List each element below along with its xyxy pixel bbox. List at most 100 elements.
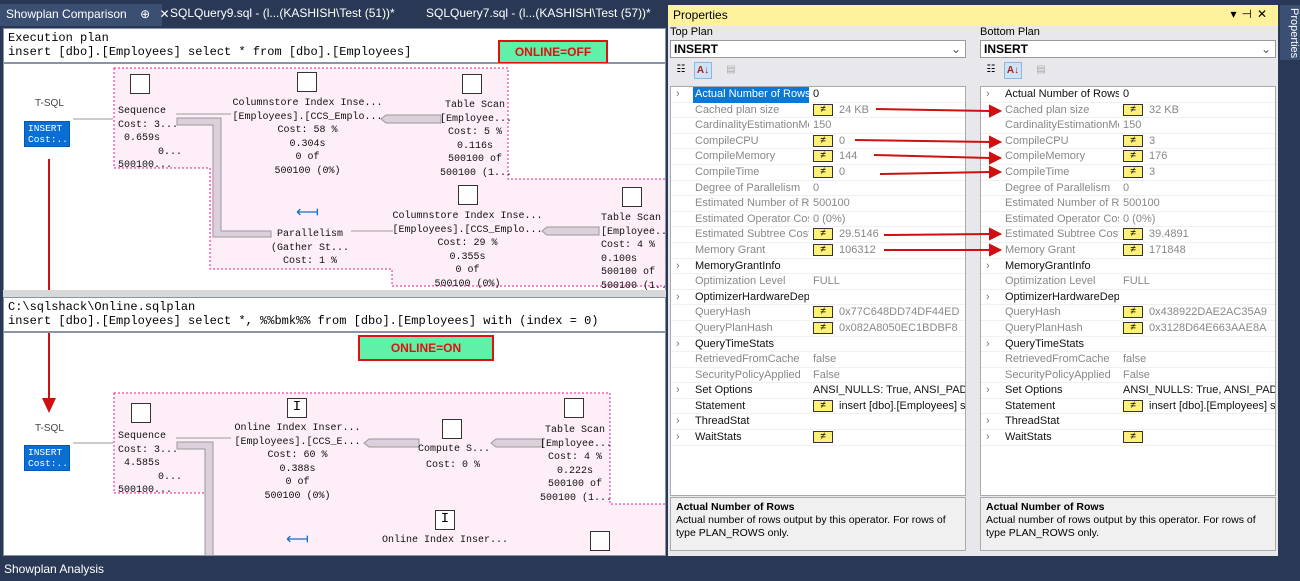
- expand-chevron-icon[interactable]: ›: [986, 383, 998, 399]
- property-row[interactable]: › ThreadStat: [981, 414, 1275, 431]
- online-index-insert-icon[interactable]: I: [287, 398, 307, 418]
- property-row[interactable]: Memory Grant ≠ 106312: [671, 243, 965, 259]
- sort-alphabetical-icon[interactable]: A↓: [1004, 62, 1022, 79]
- expand-chevron-icon[interactable]: ›: [676, 87, 688, 103]
- property-row[interactable]: › QueryTimeStats: [981, 337, 1275, 353]
- property-row[interactable]: Memory Grant ≠ 171848: [981, 243, 1275, 259]
- property-row[interactable]: CompileCPU ≠ 3: [981, 134, 1275, 150]
- categorized-icon[interactable]: ☷: [672, 62, 690, 79]
- expand-chevron-icon[interactable]: ›: [986, 430, 998, 446]
- table-scan-node-bottom[interactable]: Table Scan [Employee... Cost: 4 % 0.222s 500…: [540, 424, 612, 505]
- property-row[interactable]: › Actual Number of Rows 0: [981, 87, 1275, 103]
- properties-side-tab[interactable]: Properties: [1280, 5, 1300, 60]
- insert-node-bottom[interactable]: INSERT Cost:...: [24, 445, 74, 471]
- table-scan-icon[interactable]: [622, 187, 642, 207]
- property-row[interactable]: QueryHash ≠ 0x77C648DD74DF44ED: [671, 305, 965, 321]
- columnstore-insert-icon[interactable]: [297, 72, 317, 92]
- property-grid[interactable]: › Actual Number of Rows 0 Cached plan si…: [670, 86, 966, 496]
- operator-select[interactable]: INSERT ⌄: [980, 40, 1276, 58]
- property-row[interactable]: › MemoryGrantInfo: [981, 259, 1275, 275]
- property-row[interactable]: CardinalityEstimationModel 150: [671, 118, 965, 134]
- property-row[interactable]: SecurityPolicyApplied False: [671, 368, 965, 384]
- expand-chevron-icon[interactable]: ›: [676, 430, 688, 446]
- property-row[interactable]: RetrievedFromCache false: [671, 352, 965, 368]
- sequence-node-top[interactable]: Sequence Cost: 3... 0.659s 0... 500100...: [118, 105, 182, 173]
- property-row[interactable]: Estimated Subtree Cost ≠ 29.5146: [671, 227, 965, 243]
- parallelism-node[interactable]: Parallelism (Gather St... Cost: 1 %: [265, 228, 355, 269]
- sequence-icon[interactable]: [131, 403, 151, 423]
- property-row[interactable]: QueryHash ≠ 0x438922DAE2AC35A9: [981, 305, 1275, 321]
- expand-chevron-icon[interactable]: ›: [676, 259, 688, 275]
- pin-icon[interactable]: ⊕: [140, 7, 150, 21]
- close-icon[interactable]: ✕: [159, 7, 169, 21]
- property-row[interactable]: › MemoryGrantInfo: [671, 259, 965, 275]
- property-row[interactable]: QueryPlanHash ≠ 0x3128D64E663AAE8A: [981, 321, 1275, 337]
- expand-chevron-icon[interactable]: ›: [676, 337, 688, 353]
- property-row[interactable]: Statement ≠ insert [dbo].[Employees] sele…: [671, 399, 965, 415]
- property-row[interactable]: RetrievedFromCache false: [981, 352, 1275, 368]
- parallelism-icon[interactable]: ⟻: [286, 529, 309, 549]
- property-row[interactable]: Optimization Level FULL: [671, 274, 965, 290]
- expand-chevron-icon[interactable]: ›: [986, 87, 998, 103]
- property-row[interactable]: CompileTime ≠ 0: [671, 165, 965, 181]
- sequence-icon[interactable]: [130, 74, 150, 94]
- property-row[interactable]: SecurityPolicyApplied False: [981, 368, 1275, 384]
- table-scan-node[interactable]: Table Scan [Employee... Cost: 5 % 0.116s 500…: [440, 99, 512, 180]
- property-row[interactable]: Statement ≠ insert [dbo].[Employees] sele…: [981, 399, 1275, 415]
- categorized-icon[interactable]: ☷: [982, 62, 1000, 79]
- property-row[interactable]: › Set Options ANSI_NULLS: True, ANSI_PAD…: [981, 383, 1275, 399]
- property-row[interactable]: Estimated Number of Rows 500100: [981, 196, 1275, 212]
- property-row[interactable]: Cached plan size ≠ 24 KB: [671, 103, 965, 119]
- sequence-node-bottom[interactable]: Sequence Cost: 3... 4.585s 0... 500100...: [118, 430, 182, 498]
- property-row[interactable]: › Set Options ANSI_NULLS: True, ANSI_PAD…: [671, 383, 965, 399]
- property-grid[interactable]: › Actual Number of Rows 0 Cached plan si…: [980, 86, 1276, 496]
- property-row[interactable]: Estimated Number of Rows 500100: [671, 196, 965, 212]
- online-index-insert-node[interactable]: Online Index Inser... [Employees].[CCS_E.…: [225, 422, 370, 503]
- expand-chevron-icon[interactable]: ›: [986, 259, 998, 275]
- expand-chevron-icon[interactable]: ›: [986, 290, 998, 306]
- dropdown-icon[interactable]: ▾: [1230, 7, 1241, 21]
- property-row[interactable]: Degree of Parallelism 0: [981, 181, 1275, 197]
- tab-showplan-comparison[interactable]: Showplan Comparison ⊕ ✕: [0, 4, 170, 26]
- sort-alphabetical-icon[interactable]: A↓: [694, 62, 712, 79]
- property-row[interactable]: Estimated Operator Cost 0 (0%): [981, 212, 1275, 228]
- property-row[interactable]: CompileMemory ≠ 176: [981, 149, 1275, 165]
- property-row[interactable]: › OptimizerHardwareDependentProperties: [671, 290, 965, 306]
- tab-sqlquery9[interactable]: SQLQuery9.sql - (l...(KASHISH\Test (51))…: [170, 6, 395, 20]
- expand-chevron-icon[interactable]: ›: [676, 414, 688, 430]
- property-row[interactable]: CompileMemory ≠ 144: [671, 149, 965, 165]
- parallelism-icon[interactable]: ⟻: [296, 202, 319, 222]
- table-scan-icon[interactable]: [564, 398, 584, 418]
- property-row[interactable]: Estimated Subtree Cost ≠ 39.4891: [981, 227, 1275, 243]
- property-row[interactable]: Degree of Parallelism 0: [671, 181, 965, 197]
- columnstore-insert-icon[interactable]: [458, 185, 478, 205]
- expand-chevron-icon[interactable]: ›: [986, 414, 998, 430]
- property-row[interactable]: › Actual Number of Rows 0: [671, 87, 965, 103]
- compute-scalar-node[interactable]: Compute S... Cost: 0 %: [418, 443, 490, 472]
- property-row[interactable]: QueryPlanHash ≠ 0x082A8050EC1BDBF8: [671, 321, 965, 337]
- table-scan-node-2[interactable]: Table Scan [Employee... Cost: 4 % 0.100s 500…: [601, 212, 665, 293]
- property-row[interactable]: › ThreadStat: [671, 414, 965, 431]
- expand-chevron-icon[interactable]: ›: [676, 383, 688, 399]
- property-pages-icon[interactable]: ▤: [1032, 62, 1050, 79]
- close-icon[interactable]: ✕: [1257, 7, 1272, 21]
- compute-scalar-icon[interactable]: [590, 531, 610, 551]
- expand-chevron-icon[interactable]: ›: [986, 337, 998, 353]
- property-row[interactable]: Optimization Level FULL: [981, 274, 1275, 290]
- tab-sqlquery7[interactable]: SQLQuery7.sql - (l...(KASHISH\Test (57))…: [426, 6, 651, 20]
- property-row[interactable]: CardinalityEstimationModel 150: [981, 118, 1275, 134]
- table-scan-icon[interactable]: [462, 74, 482, 94]
- expand-chevron-icon[interactable]: ›: [676, 290, 688, 306]
- operator-select[interactable]: INSERT ⌄: [670, 40, 966, 58]
- property-row[interactable]: › WaitStats ≠: [671, 430, 965, 446]
- showplan-analysis-tab[interactable]: Showplan Analysis: [4, 562, 104, 576]
- property-row[interactable]: CompileTime ≠ 3: [981, 165, 1275, 181]
- pin-icon[interactable]: ⊣: [1241, 7, 1256, 21]
- property-row[interactable]: Cached plan size ≠ 32 KB: [981, 103, 1275, 119]
- compute-scalar-icon[interactable]: [442, 419, 462, 439]
- insert-node-top[interactable]: INSERT Cost:...: [24, 121, 74, 147]
- property-row[interactable]: › WaitStats ≠: [981, 430, 1275, 446]
- splitter[interactable]: [3, 290, 666, 297]
- online-index-insert-icon[interactable]: I: [435, 510, 455, 530]
- property-row[interactable]: › OptimizerHardwareDependentProperties: [981, 290, 1275, 306]
